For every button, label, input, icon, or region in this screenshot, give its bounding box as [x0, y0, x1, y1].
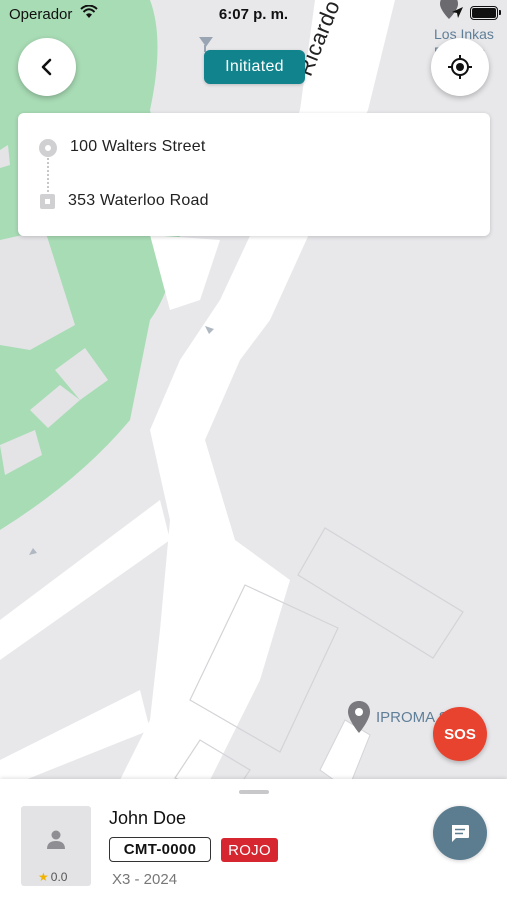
- driver-rating: ★ 0.0: [38, 870, 67, 884]
- driver-name: John Doe: [109, 808, 187, 828]
- star-icon: ★: [38, 870, 49, 884]
- origin-address: 100 Walters Street: [70, 138, 206, 155]
- route-connector-line: [47, 158, 49, 192]
- route-card: [18, 113, 490, 236]
- driver-bottom-sheet[interactable]: ★ 0.0 John Doe CMT-0000 ROJO X3 - 2024: [0, 779, 507, 900]
- back-button[interactable]: [18, 38, 76, 96]
- direction-arrow: [29, 548, 37, 555]
- side-road: [0, 500, 170, 660]
- chat-bubble-icon: [452, 825, 469, 842]
- chat-button[interactable]: [433, 806, 487, 860]
- location-arrow-icon: [452, 7, 463, 18]
- clock: 6:07 p. m.: [218, 6, 289, 23]
- license-plate-badge: CMT-0000: [109, 837, 211, 862]
- destination-address: 353 Waterloo Road: [68, 192, 209, 209]
- vehicle-model: X3 - 2024: [112, 871, 178, 888]
- building-outline: [297, 527, 464, 659]
- rating-value: 0.0: [50, 870, 68, 884]
- vehicle-color-badge: ROJO: [221, 838, 278, 862]
- origin-dot-icon: [39, 139, 57, 157]
- chevron-left-icon: [41, 58, 52, 76]
- crosshair-icon: [448, 55, 472, 79]
- map-pin-icon[interactable]: [346, 700, 372, 734]
- drag-handle[interactable]: [239, 790, 269, 794]
- battery-icon: [470, 6, 501, 20]
- recenter-location-button[interactable]: [431, 38, 489, 96]
- sos-button[interactable]: SOS: [433, 707, 487, 761]
- destination-square-icon: [40, 194, 55, 209]
- person-icon: [47, 830, 65, 849]
- status-bar: Operador 6:07 p. m.: [0, 0, 507, 28]
- driver-avatar: ★ 0.0: [21, 806, 91, 886]
- trip-status-badge: Initiated: [204, 50, 305, 84]
